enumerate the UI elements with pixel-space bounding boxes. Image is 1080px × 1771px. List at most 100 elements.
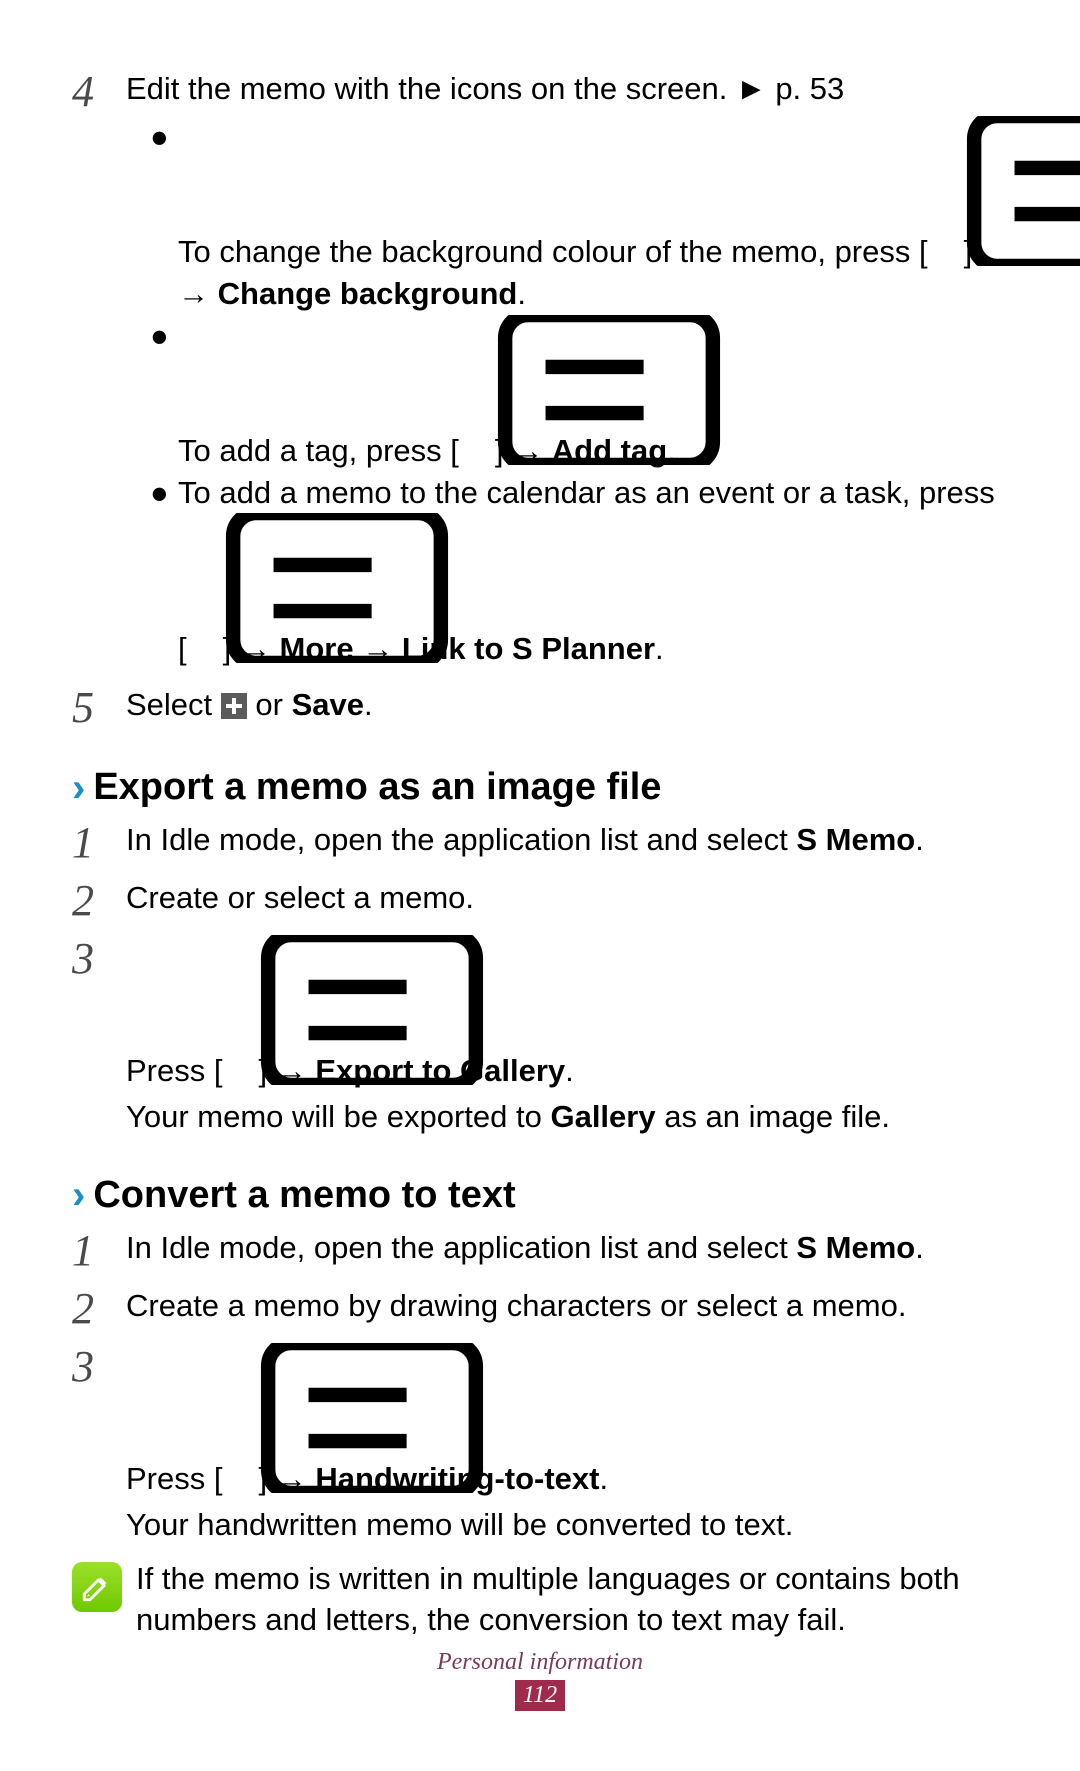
step-number: 3 — [72, 935, 126, 981]
footer-label: Personal information — [0, 1649, 1080, 1676]
bullet-dot: ● — [150, 315, 178, 357]
bullet-after: . — [667, 433, 676, 468]
page-footer: Personal information 112 — [0, 1649, 1080, 1711]
cont-after: as an image file. — [656, 1099, 890, 1134]
bullet-after: . — [517, 276, 526, 311]
step-body: Select or Save. — [126, 684, 1008, 726]
step-5-row: 5 Select or Save. — [72, 684, 1008, 730]
step-post: ] — [258, 1461, 267, 1496]
bullet-dot: ● — [150, 472, 178, 514]
convert-step-2: 2 Create a memo by drawing characters or… — [72, 1285, 1008, 1331]
step-body: In Idle mode, open the application list … — [126, 1227, 1008, 1269]
bullet-bold: Change background — [218, 276, 518, 311]
export-section-header: › Export a memo as an image file — [72, 766, 1008, 809]
cont-bold: Gallery — [550, 1099, 655, 1134]
step-number: 1 — [72, 819, 126, 865]
top-continued-steps: 4 Edit the memo with the icons on the sc… — [72, 68, 1008, 730]
arrow-icon: → — [362, 631, 393, 666]
bullet-post: ] — [495, 433, 504, 468]
arrow-icon: → — [276, 1461, 307, 1496]
arrow-icon: → — [512, 433, 543, 468]
menu-icon — [928, 116, 964, 142]
step-bold: S Memo — [796, 1230, 915, 1265]
step-body: Create or select a memo. — [126, 877, 1008, 919]
bullet-post: ] — [964, 234, 973, 269]
export-step-1: 1 In Idle mode, open the application lis… — [72, 819, 1008, 865]
convert-section-header: › Convert a memo to text — [72, 1174, 1008, 1217]
step-number: 5 — [72, 684, 126, 730]
footer-page: 112 — [0, 1680, 1080, 1711]
export-step-3: 3 Press [] → Export to Gallery. — [72, 935, 1008, 1092]
step5-pre: Select — [126, 687, 221, 722]
bullet-change-background: ● To change the background colour of the… — [126, 116, 1008, 315]
step-number: 3 — [72, 1343, 126, 1389]
arrow-icon: → — [240, 631, 271, 666]
step5-mid: or — [247, 687, 292, 722]
menu-icon — [222, 935, 258, 961]
bullet-link-splanner: ● To add a memo to the calendar as an ev… — [126, 472, 1008, 671]
menu-icon — [187, 513, 223, 539]
convert-step-3: 3 Press [] → Handwriting-to-text. — [72, 1343, 1008, 1500]
bullet-bold1: More — [280, 631, 354, 666]
convert-steps: 1 In Idle mode, open the application lis… — [72, 1227, 1008, 1641]
step-bold: Export to Gallery — [315, 1053, 565, 1088]
step-after: . — [565, 1053, 574, 1088]
step-number: 4 — [72, 68, 126, 114]
step-post: ] — [258, 1053, 267, 1088]
step-bold: Handwriting-to-text — [315, 1461, 599, 1496]
arrow-icon: → — [178, 276, 209, 311]
step-pre: In Idle mode, open the application list … — [126, 1230, 796, 1265]
step-after: . — [915, 822, 924, 857]
step-4-row: 4 Edit the memo with the icons on the sc… — [72, 68, 1008, 114]
step5-after: . — [364, 687, 373, 722]
menu-icon — [459, 315, 495, 341]
step-pre: In Idle mode, open the application list … — [126, 822, 796, 857]
step-4-text: Edit the memo with the icons on the scre… — [126, 71, 727, 106]
bullet-dot: ● — [150, 116, 178, 158]
step-body: In Idle mode, open the application list … — [126, 819, 1008, 861]
bullet-body: To add a tag, press [] → Add tag. — [178, 315, 1008, 472]
cont-pre: Your memo will be exported to — [126, 1099, 550, 1134]
export-steps: 1 In Idle mode, open the application lis… — [72, 819, 1008, 1138]
bullet-body: To add a memo to the calendar as an even… — [178, 472, 1008, 671]
convert-step-1: 1 In Idle mode, open the application lis… — [72, 1227, 1008, 1273]
note-pencil-icon — [72, 1562, 122, 1612]
step-after: . — [915, 1230, 924, 1265]
step-4-substeps: ● To change the background colour of the… — [126, 116, 1008, 670]
chevron-right-icon: › — [72, 768, 85, 808]
step-after: . — [599, 1461, 608, 1496]
page-ref-arrow: ► — [736, 71, 767, 106]
step-pre: Press [ — [126, 1461, 222, 1496]
step-number: 2 — [72, 877, 126, 923]
step-body: Edit the memo with the icons on the scre… — [126, 68, 1008, 110]
bullet-bold2: Link to S Planner — [402, 631, 655, 666]
step-body: Press [] → Handwriting-to-text. — [126, 1343, 1008, 1500]
step-body: Create a memo by drawing characters or s… — [126, 1285, 1008, 1327]
step-bold: S Memo — [796, 822, 915, 857]
page-ref: p. 53 — [775, 71, 844, 106]
bullet-after: . — [655, 631, 664, 666]
step-number: 2 — [72, 1285, 126, 1331]
step-pre: Press [ — [126, 1053, 222, 1088]
step-body: Press [] → Export to Gallery. — [126, 935, 1008, 1092]
bullet-pre: To add a tag, press [ — [178, 433, 459, 468]
menu-icon — [222, 1343, 258, 1369]
bullet-pre: To change the background colour of the m… — [178, 234, 928, 269]
bullet-bold: Add tag — [552, 433, 667, 468]
export-step-2: 2 Create or select a memo. — [72, 877, 1008, 923]
section-title: Export a memo as an image file — [93, 766, 661, 809]
step5-bold: Save — [292, 687, 364, 722]
note-body: If the memo is written in multiple langu… — [136, 1558, 1008, 1642]
footer-page-number: 112 — [515, 1680, 565, 1711]
bullet-body: To change the background colour of the m… — [178, 116, 1008, 315]
step-number: 1 — [72, 1227, 126, 1273]
bullet-post: ] — [223, 631, 232, 666]
chevron-right-icon: › — [72, 1175, 85, 1215]
plus-icon — [221, 693, 247, 719]
note-row: If the memo is written in multiple langu… — [72, 1558, 1008, 1642]
export-step-3-continued: Your memo will be exported to Gallery as… — [126, 1096, 1008, 1138]
convert-step-3-continued: Your handwritten memo will be converted … — [126, 1504, 1008, 1546]
bullet-add-tag: ● To add a tag, press [] → Add tag. — [126, 315, 1008, 472]
arrow-icon: → — [276, 1053, 307, 1088]
section-title: Convert a memo to text — [93, 1174, 515, 1217]
